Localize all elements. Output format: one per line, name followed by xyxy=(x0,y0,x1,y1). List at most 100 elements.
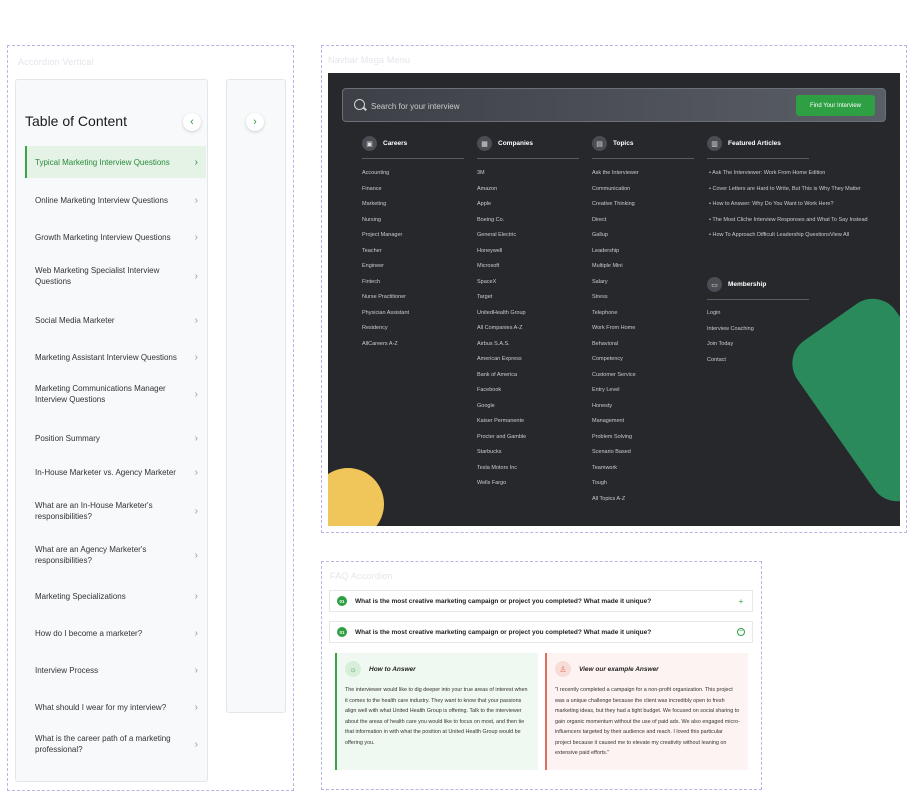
careers-link[interactable]: Finance xyxy=(362,186,382,192)
careers-link[interactable]: Marketing xyxy=(362,201,386,207)
topics-link[interactable]: Honesty xyxy=(592,403,612,409)
toc-item[interactable]: What are an Agency Marketer's responsibi… xyxy=(25,537,206,573)
topics-link[interactable]: Customer Service xyxy=(592,372,636,378)
toc-item[interactable]: Web Marketing Specialist Interview Quest… xyxy=(25,258,206,294)
membership-link[interactable]: Join Today xyxy=(707,341,733,347)
toc-item[interactable]: Marketing Communications Manager Intervi… xyxy=(25,376,206,412)
topics-link[interactable]: Work From Home xyxy=(592,325,635,331)
topics-link[interactable]: Salary xyxy=(592,279,608,285)
faq-number-badge: 01 xyxy=(337,596,347,606)
companies-link[interactable]: Target xyxy=(477,294,492,300)
topics-link[interactable]: Multiple Mini xyxy=(592,263,623,269)
how-to-answer-header: ☼ How to Answer xyxy=(345,661,530,677)
companies-link[interactable]: UnitedHealth Group xyxy=(477,310,526,316)
topics-link[interactable]: Communication xyxy=(592,186,630,192)
topics-link[interactable]: All Topics A-Z xyxy=(592,496,625,502)
companies-link[interactable]: Airbus S.A.S. xyxy=(477,341,510,347)
companies-link[interactable]: Amazon xyxy=(477,186,497,192)
how-to-answer-title: How to Answer xyxy=(369,665,416,673)
toc-item[interactable]: Typical Marketing Interview Questions › xyxy=(25,146,206,178)
companies-link[interactable]: American Express xyxy=(477,356,522,362)
careers-link[interactable]: Teacher xyxy=(362,248,382,254)
topics-link[interactable]: Telephone xyxy=(592,310,617,316)
careers-link[interactable]: Accounting xyxy=(362,170,389,176)
companies-link[interactable]: All Companies A-Z xyxy=(477,325,523,331)
toc-item-label: Social Media Marketer xyxy=(35,315,115,325)
topics-link[interactable]: Scenario Based xyxy=(592,449,631,455)
toc-item[interactable]: What should I wear for my interview? › xyxy=(25,691,206,723)
companies-link[interactable]: Starbucks xyxy=(477,449,501,455)
faq-question-row[interactable]: 01 What is the most creative marketing ca… xyxy=(329,590,753,612)
topics-link[interactable]: Competency xyxy=(592,356,623,362)
toc-item[interactable]: In-House Marketer vs. Agency Marketer › xyxy=(25,456,206,488)
toc-item[interactable]: What is the career path of a marketing p… xyxy=(25,726,206,762)
topics-link[interactable]: Management xyxy=(592,418,624,424)
companies-link[interactable]: Kaiser Permanente xyxy=(477,418,524,424)
topics-link[interactable]: Leadership xyxy=(592,248,619,254)
toc-item-label: Position Summary xyxy=(35,433,100,443)
featured-article-label: Ask The Interviewer: Work From Home Edit… xyxy=(712,170,826,176)
chevron-left-icon[interactable]: ‹ xyxy=(183,113,201,131)
id-card-icon: ▭ xyxy=(707,277,722,292)
companies-link[interactable]: Tesla Motors Inc xyxy=(477,465,517,471)
chevron-right-icon[interactable]: › xyxy=(246,113,264,131)
toc-item[interactable]: How do I become a marketer? › xyxy=(25,617,206,649)
companies-link[interactable]: General Electric xyxy=(477,232,516,238)
how-to-answer-card: ☼ How to Answer The interviewer would li… xyxy=(335,653,538,770)
topics-link[interactable]: Behavioral xyxy=(592,341,618,347)
topics-link[interactable]: Creative Thinking xyxy=(592,201,635,207)
toc-item[interactable]: Interview Process › xyxy=(25,654,206,686)
careers-link[interactable]: AllCareers A-Z xyxy=(362,341,398,347)
topics-link[interactable]: Direct xyxy=(592,217,606,223)
toc-item[interactable]: Marketing Assistant Interview Questions › xyxy=(25,341,206,373)
topics-link[interactable]: Tough xyxy=(592,480,607,486)
topics-link[interactable]: Gallup xyxy=(592,232,608,238)
careers-link[interactable]: Nurse Practitioner xyxy=(362,294,406,300)
featured-article-link[interactable]: • Cover Letters are Hard to Write, But T… xyxy=(709,186,861,192)
membership-link[interactable]: Interview Coaching xyxy=(707,326,754,332)
careers-link[interactable]: Residency xyxy=(362,325,388,331)
featured-article-link[interactable]: • How To Approach Difficult Leadership Q… xyxy=(709,232,849,238)
companies-link[interactable]: Apple xyxy=(477,201,491,207)
companies-link[interactable]: 3M xyxy=(477,170,485,176)
toc-item[interactable]: Social Media Marketer › xyxy=(25,304,206,336)
featured-article-link[interactable]: • Ask The Interviewer: Work From Home Ed… xyxy=(709,170,825,176)
chevron-right-icon: › xyxy=(194,231,198,243)
featured-article-link[interactable]: • How to Answer: Why Do You Want to Work… xyxy=(709,201,834,207)
membership-link[interactable]: Contact xyxy=(707,357,726,363)
search-input[interactable] xyxy=(371,95,771,117)
membership-link[interactable]: Login xyxy=(707,310,720,316)
toc-item-label: Marketing Assistant Interview Questions xyxy=(35,352,177,362)
toc-item[interactable]: Position Summary › xyxy=(25,422,206,454)
companies-link[interactable]: Wells Fargo xyxy=(477,480,506,486)
companies-link[interactable]: Google xyxy=(477,403,495,409)
companies-link[interactable]: SpaceX xyxy=(477,279,496,285)
topics-link[interactable]: Ask the Interviewer xyxy=(592,170,639,176)
toc-item[interactable]: Marketing Specializations › xyxy=(25,580,206,612)
find-interview-button[interactable]: Find Your Interview xyxy=(796,95,875,116)
topics-link[interactable]: Teamwork xyxy=(592,465,617,471)
careers-link[interactable]: Fintech xyxy=(362,279,380,285)
menu-frame-label: Navbar Mega Menu xyxy=(328,55,411,65)
careers-link[interactable]: Physician Assistant xyxy=(362,310,409,316)
companies-link[interactable]: Honeywell xyxy=(477,248,502,254)
collapse-icon[interactable]: − xyxy=(737,628,745,636)
careers-link[interactable]: Engineer xyxy=(362,263,384,269)
featured-article-link[interactable]: • The Most Cliche Interview Responses an… xyxy=(709,217,868,223)
toc-item[interactable]: Growth Marketing Interview Questions › xyxy=(25,221,206,253)
companies-link[interactable]: Procter and Gamble xyxy=(477,434,526,440)
companies-link[interactable]: Boeing Co. xyxy=(477,217,504,223)
companies-link[interactable]: Facebook xyxy=(477,387,501,393)
toc-item[interactable]: Online Marketing Interview Questions › xyxy=(25,184,206,216)
careers-link[interactable]: Nursing xyxy=(362,217,381,223)
careers-link[interactable]: Project Manager xyxy=(362,232,402,238)
toc-item[interactable]: What are an In-House Marketer's responsi… xyxy=(25,493,206,529)
topics-link[interactable]: Problem Solving xyxy=(592,434,632,440)
toc-item-label: What are an Agency Marketer's responsibi… xyxy=(35,545,147,565)
faq-question-row[interactable]: 01 What is the most creative marketing ca… xyxy=(329,621,753,643)
topics-link[interactable]: Entry Level xyxy=(592,387,620,393)
topics-link[interactable]: Stress xyxy=(592,294,608,300)
expand-icon[interactable]: + xyxy=(737,597,745,606)
companies-link[interactable]: Bank of America xyxy=(477,372,517,378)
companies-link[interactable]: Microsoft xyxy=(477,263,499,269)
